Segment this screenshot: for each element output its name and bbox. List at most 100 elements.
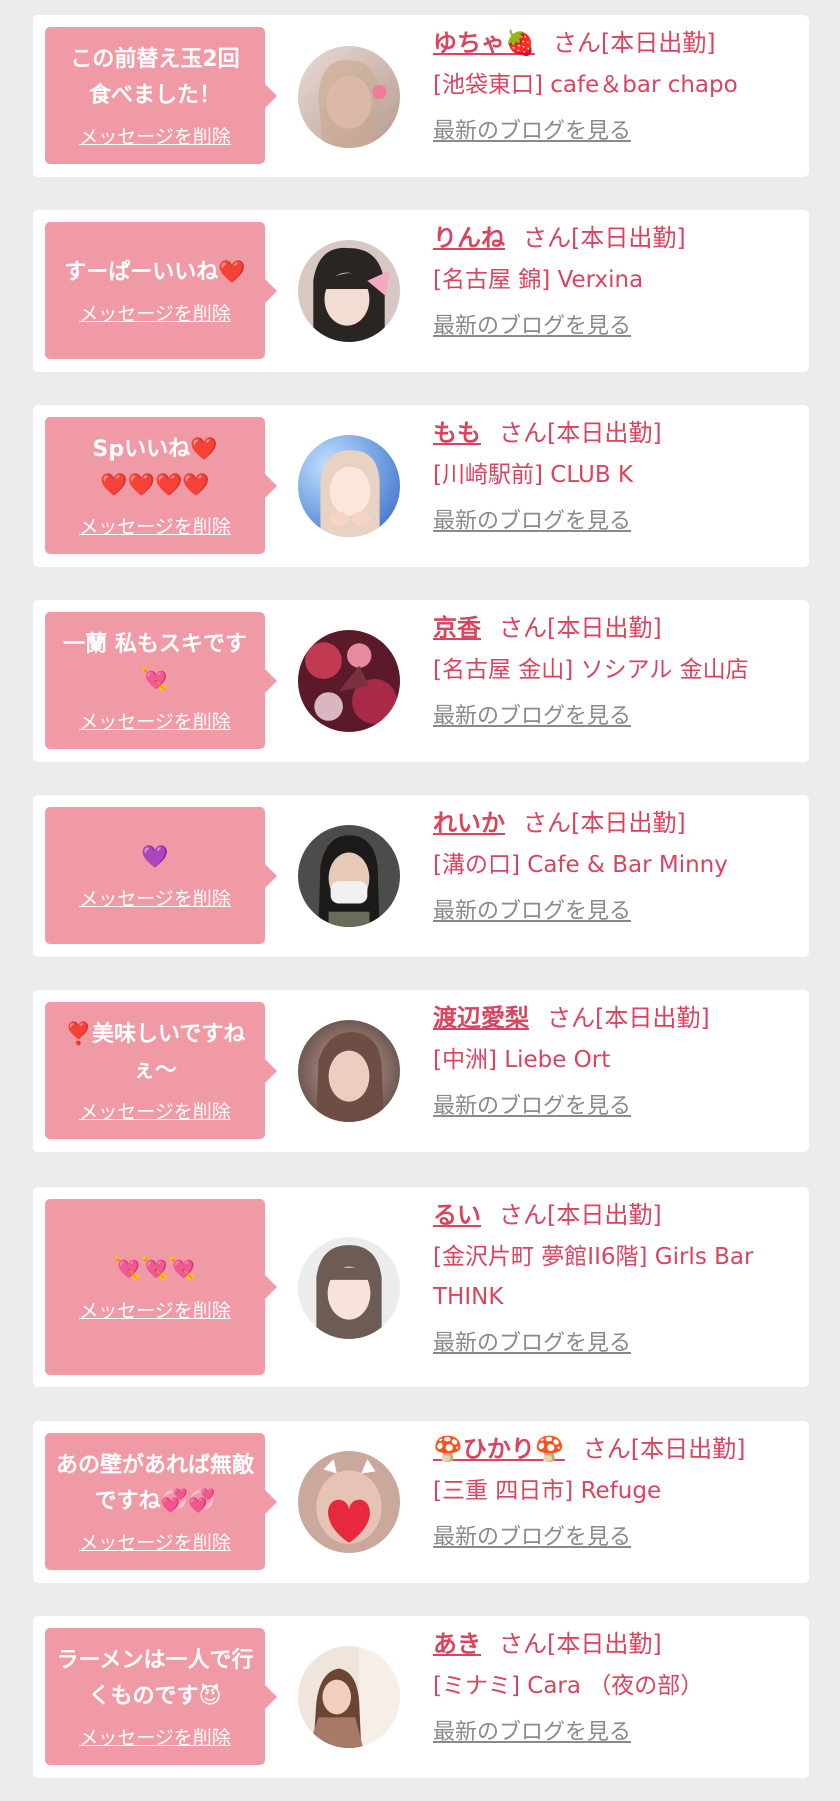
status-text: さん[本日出勤] bbox=[523, 224, 686, 252]
avatar[interactable] bbox=[298, 1646, 400, 1748]
message-card: 💘💘💘 メッセージを削除 るい さん[本日出勤] [金沢片町 夢館II6階] Gi… bbox=[33, 1187, 809, 1387]
avatar[interactable] bbox=[298, 1020, 400, 1122]
status-text: さん[本日出勤] bbox=[582, 1435, 746, 1463]
view-blog-link[interactable]: 最新のブログを見る bbox=[433, 1090, 631, 1124]
shop-text: [金沢片町 夢館II6階] Girls Bar THINK bbox=[433, 1244, 754, 1310]
shop-text: [中洲] Liebe Ort bbox=[433, 1047, 611, 1073]
cast-info: もも さん[本日出勤] [川崎駅前] CLUB K 最新のブログを見る bbox=[433, 415, 795, 539]
message-bubble: あの壁があれば無敵ですね💞💞 メッセージを削除 bbox=[45, 1433, 277, 1570]
delete-message-link[interactable]: メッセージを削除 bbox=[79, 122, 231, 149]
message-text: 💘💘💘 bbox=[113, 1256, 197, 1282]
cast-name-link[interactable]: ゆちゃ🍓 bbox=[433, 29, 535, 57]
avatar[interactable] bbox=[298, 630, 400, 732]
cast-name-link[interactable]: 京香 bbox=[433, 614, 481, 642]
message-text: ラーメンは一人で行くものです😈 bbox=[56, 1648, 254, 1709]
message-card: 💜 メッセージを削除 れいか さん[本日出勤] [溝の口] Cafe & Bar … bbox=[33, 795, 809, 957]
cast-info: 渡辺愛梨 さん[本日出勤] [中洲] Liebe Ort 最新のブログを見る bbox=[433, 1000, 795, 1124]
avatar[interactable] bbox=[298, 240, 400, 342]
view-blog-link[interactable]: 最新のブログを見る bbox=[433, 895, 631, 929]
shop-text: [三重 四日市] Refuge bbox=[433, 1478, 662, 1504]
delete-message-link[interactable]: メッセージを削除 bbox=[79, 1097, 231, 1124]
avatar-photo-icon bbox=[298, 240, 400, 342]
status-text: さん[本日出勤] bbox=[552, 29, 716, 57]
message-text: すーぱーいいね❤️ bbox=[64, 260, 246, 285]
avatar[interactable] bbox=[298, 825, 400, 927]
message-bubble: 一蘭 私もスキです💘 メッセージを削除 bbox=[45, 612, 277, 749]
view-blog-link[interactable]: 最新のブログを見る bbox=[433, 1716, 631, 1750]
message-bubble: この前替え玉2回食べました！ メッセージを削除 bbox=[45, 27, 277, 164]
message-bubble: 💜 メッセージを削除 bbox=[45, 807, 277, 944]
status-text: さん[本日出勤] bbox=[547, 1004, 710, 1032]
view-blog-link[interactable]: 最新のブログを見る bbox=[433, 1521, 631, 1555]
cast-info: るい さん[本日出勤] [金沢片町 夢館II6階] Girls Bar THINK… bbox=[433, 1197, 795, 1361]
avatar-photo-icon bbox=[298, 1451, 400, 1553]
cast-info: ゆちゃ🍓 さん[本日出勤] [池袋東口] cafe＆bar chapo 最新のブロ… bbox=[433, 25, 795, 149]
delete-message-link[interactable]: メッセージを削除 bbox=[79, 512, 231, 539]
avatar-photo-icon bbox=[298, 1646, 400, 1748]
message-card: あの壁があれば無敵ですね💞💞 メッセージを削除 🍄ひかり🍄 さん[本日出勤] [三… bbox=[33, 1421, 809, 1583]
message-list: この前替え玉2回食べました！ メッセージを削除 ゆちゃ🍓 さん[本日出勤] [池袋… bbox=[0, 0, 840, 1801]
cast-name-link[interactable]: 🍄ひかり🍄 bbox=[433, 1435, 565, 1463]
avatar[interactable] bbox=[298, 46, 400, 148]
cast-info: 🍄ひかり🍄 さん[本日出勤] [三重 四日市] Refuge 最新のブログを見る bbox=[433, 1431, 795, 1555]
cast-name-link[interactable]: れいか bbox=[433, 809, 505, 837]
message-text: Spいいね❤️❤️❤️❤️❤️ bbox=[92, 437, 218, 498]
shop-text: [名古屋 錦] Verxina bbox=[433, 267, 644, 293]
message-text: あの壁があれば無敵ですね💞💞 bbox=[55, 1453, 254, 1514]
message-card: Spいいね❤️❤️❤️❤️❤️ メッセージを削除 もも さん[本日出勤] [川崎駅… bbox=[33, 405, 809, 567]
avatar-photo-icon bbox=[298, 46, 400, 148]
message-bubble: 💘💘💘 メッセージを削除 bbox=[45, 1199, 277, 1375]
shop-text: [川崎駅前] CLUB K bbox=[433, 462, 633, 488]
delete-message-link[interactable]: メッセージを削除 bbox=[79, 299, 231, 326]
status-text: さん[本日出勤] bbox=[499, 1201, 662, 1229]
message-text: 💜 bbox=[141, 845, 169, 870]
avatar-photo-icon bbox=[298, 1020, 400, 1122]
message-text: この前替え玉2回食べました！ bbox=[70, 47, 240, 108]
cast-name-link[interactable]: りんね bbox=[433, 224, 505, 252]
view-blog-link[interactable]: 最新のブログを見る bbox=[433, 700, 631, 734]
shop-text: [溝の口] Cafe & Bar Minny bbox=[433, 852, 728, 878]
avatar[interactable] bbox=[298, 1237, 400, 1339]
delete-message-link[interactable]: メッセージを削除 bbox=[79, 707, 231, 734]
cast-name-link[interactable]: るい bbox=[433, 1201, 481, 1229]
cast-name-link[interactable]: あき bbox=[433, 1630, 481, 1658]
status-text: さん[本日出勤] bbox=[499, 614, 662, 642]
cast-info: あき さん[本日出勤] [ミナミ] Cara （夜の部） 最新のブログを見る bbox=[433, 1626, 795, 1750]
message-bubble: Spいいね❤️❤️❤️❤️❤️ メッセージを削除 bbox=[45, 417, 277, 554]
message-card: ラーメンは一人で行くものです😈 メッセージを削除 あき さん[本日出勤] [ミナミ… bbox=[33, 1616, 809, 1778]
message-text: 一蘭 私もスキです💘 bbox=[63, 632, 247, 693]
status-text: さん[本日出勤] bbox=[499, 419, 662, 447]
delete-message-link[interactable]: メッセージを削除 bbox=[79, 1528, 231, 1555]
message-card: 一蘭 私もスキです💘 メッセージを削除 京香 さん[本日出勤] [名古屋 金山] … bbox=[33, 600, 809, 762]
cast-info: りんね さん[本日出勤] [名古屋 錦] Verxina 最新のブログを見る bbox=[433, 220, 795, 344]
avatar[interactable] bbox=[298, 1451, 400, 1553]
cast-name-link[interactable]: もも bbox=[433, 419, 481, 447]
view-blog-link[interactable]: 最新のブログを見る bbox=[433, 115, 631, 149]
avatar-photo-icon bbox=[298, 435, 400, 537]
cast-info: れいか さん[本日出勤] [溝の口] Cafe & Bar Minny 最新のブロ… bbox=[433, 805, 795, 929]
status-text: さん[本日出勤] bbox=[499, 1630, 662, 1658]
message-card: この前替え玉2回食べました！ メッセージを削除 ゆちゃ🍓 さん[本日出勤] [池袋… bbox=[33, 15, 809, 177]
delete-message-link[interactable]: メッセージを削除 bbox=[79, 1296, 231, 1323]
message-bubble: ラーメンは一人で行くものです😈 メッセージを削除 bbox=[45, 1628, 277, 1765]
cast-info: 京香 さん[本日出勤] [名古屋 金山] ソシアル 金山店 最新のブログを見る bbox=[433, 610, 795, 734]
shop-text: [池袋東口] cafe＆bar chapo bbox=[433, 72, 738, 98]
view-blog-link[interactable]: 最新のブログを見る bbox=[433, 310, 631, 344]
status-text: さん[本日出勤] bbox=[523, 809, 686, 837]
avatar-photo-icon bbox=[298, 825, 400, 927]
avatar-photo-icon bbox=[298, 1237, 400, 1339]
avatar-photo-icon bbox=[298, 630, 400, 732]
view-blog-link[interactable]: 最新のブログを見る bbox=[433, 1327, 631, 1361]
cast-name-link[interactable]: 渡辺愛梨 bbox=[433, 1004, 529, 1032]
shop-text: [ミナミ] Cara （夜の部） bbox=[433, 1673, 704, 1699]
message-bubble: ❣️美味しいですねぇ〜 メッセージを削除 bbox=[45, 1002, 277, 1139]
view-blog-link[interactable]: 最新のブログを見る bbox=[433, 505, 631, 539]
delete-message-link[interactable]: メッセージを削除 bbox=[79, 884, 231, 911]
message-bubble: すーぱーいいね❤️ メッセージを削除 bbox=[45, 222, 277, 359]
shop-text: [名古屋 金山] ソシアル 金山店 bbox=[433, 657, 749, 683]
message-card: ❣️美味しいですねぇ〜 メッセージを削除 渡辺愛梨 さん[本日出勤] [中洲] L… bbox=[33, 990, 809, 1152]
message-text: ❣️美味しいですねぇ〜 bbox=[64, 1022, 246, 1083]
message-card: すーぱーいいね❤️ メッセージを削除 りんね さん[本日出勤] [名古屋 錦] V… bbox=[33, 210, 809, 372]
avatar[interactable] bbox=[298, 435, 400, 537]
delete-message-link[interactable]: メッセージを削除 bbox=[79, 1723, 231, 1750]
